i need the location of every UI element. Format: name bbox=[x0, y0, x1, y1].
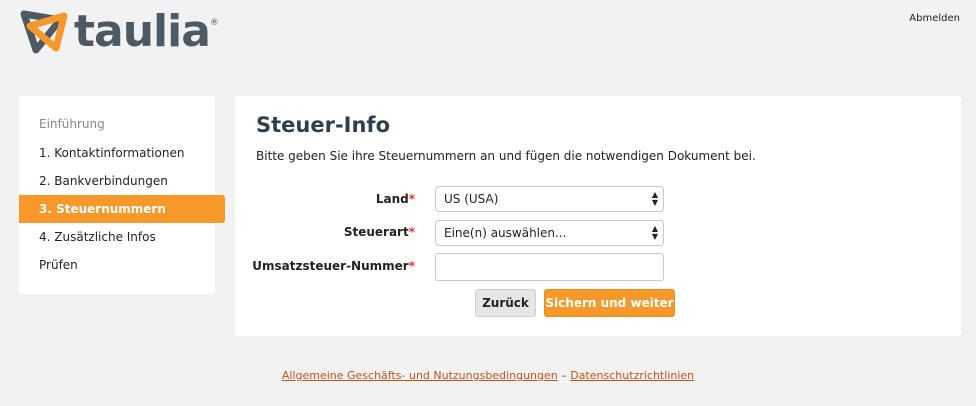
country-label-text: Land bbox=[375, 192, 409, 206]
select-arrows-icon: ▲ ▼ bbox=[651, 224, 658, 241]
signout-link[interactable]: Abmelden bbox=[909, 13, 960, 24]
back-button[interactable]: Zurück bbox=[475, 289, 536, 317]
country-select[interactable]: US (USA) ▲ ▼ bbox=[435, 186, 664, 212]
sidebar-nav: Einführung 1. Kontaktinformationen 2. Ba… bbox=[19, 96, 225, 294]
footer-separator: – bbox=[561, 369, 567, 382]
country-label: Land* bbox=[376, 192, 415, 206]
tax-type-select-value: Eine(n) auswählen... bbox=[444, 226, 567, 240]
footer: Allgemeine Geschäfts- und Nutzungsbeding… bbox=[0, 369, 976, 382]
page-title: Steuer-Info bbox=[256, 113, 390, 137]
vat-number-label-text: Umsatzsteuer-Nummer bbox=[252, 259, 409, 273]
tax-type-label: Steuerart* bbox=[344, 225, 415, 239]
taulia-logo-icon bbox=[20, 10, 68, 54]
required-marker: * bbox=[408, 225, 415, 239]
sidebar-item-additional-info[interactable]: 4. Zusätzliche Infos bbox=[19, 223, 225, 251]
sidebar-heading-introduction[interactable]: Einführung bbox=[39, 117, 105, 131]
sidebar-item-label: 4. Zusätzliche Infos bbox=[39, 230, 156, 244]
logo-wordmark: taulia bbox=[74, 6, 211, 57]
tax-type-select[interactable]: Eine(n) auswählen... ▲ ▼ bbox=[435, 220, 664, 246]
main-panel: Steuer-Info Bitte geben Sie ihre Steuern… bbox=[235, 96, 961, 336]
vat-number-input[interactable] bbox=[435, 253, 664, 281]
taulia-logo: taulia ® bbox=[16, 6, 219, 58]
privacy-link[interactable]: Datenschutzrichtlinien bbox=[570, 369, 694, 382]
tax-type-label-text: Steuerart bbox=[343, 225, 409, 239]
required-marker: * bbox=[408, 259, 415, 273]
save-and-continue-button[interactable]: Sichern und weiter bbox=[544, 289, 675, 317]
sidebar-item-label: 1. Kontaktinformationen bbox=[39, 146, 185, 160]
sidebar-item-label: 3. Steuernummern bbox=[39, 202, 166, 216]
country-select-value: US (USA) bbox=[444, 192, 499, 206]
sidebar-item-label: Prüfen bbox=[39, 258, 78, 272]
sidebar-item-bank-accounts[interactable]: 2. Bankverbindungen bbox=[19, 167, 225, 195]
sidebar-item-contact-info[interactable]: 1. Kontaktinformationen bbox=[19, 139, 225, 167]
select-arrows-icon: ▲ ▼ bbox=[651, 190, 658, 207]
required-marker: * bbox=[408, 192, 415, 206]
terms-link[interactable]: Allgemeine Geschäfts- und Nutzungsbeding… bbox=[282, 369, 558, 382]
sidebar-item-review[interactable]: Prüfen bbox=[19, 251, 225, 279]
page-description: Bitte geben Sie ihre Steuernummern an un… bbox=[256, 149, 756, 163]
sidebar-item-tax-numbers[interactable]: 3. Steuernummern bbox=[19, 195, 225, 223]
sidebar-item-label: 2. Bankverbindungen bbox=[39, 174, 168, 188]
vat-number-label: Umsatzsteuer-Nummer* bbox=[252, 259, 415, 273]
logo-registered-mark: ® bbox=[209, 18, 219, 28]
